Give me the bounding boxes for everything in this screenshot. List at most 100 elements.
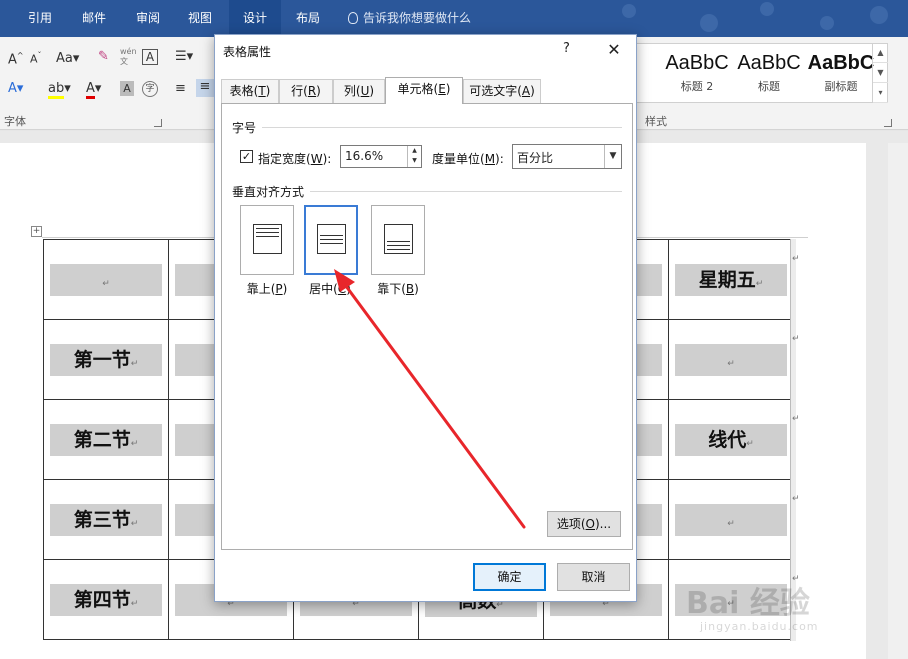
pinyin-guide-icon[interactable]: wén 文 bbox=[120, 47, 137, 67]
styles-dialog-launcher-icon[interactable] bbox=[884, 119, 892, 127]
baidu-jingyan-watermark: Bai 经验 jingyan.baidu.com bbox=[686, 578, 886, 638]
table-cell[interactable]: ↵ bbox=[668, 319, 794, 400]
table-cell[interactable]: 线代↵ bbox=[668, 399, 794, 480]
tab-review[interactable]: 审阅 bbox=[126, 0, 170, 37]
tab-mailings[interactable]: 邮件 bbox=[72, 0, 116, 37]
align-bottom-icon bbox=[384, 224, 413, 254]
align-top-icon bbox=[253, 224, 282, 254]
label-tail: ) bbox=[282, 282, 288, 296]
font-dialog-launcher-icon[interactable] bbox=[154, 119, 162, 127]
watermark-url: jingyan.baidu.com bbox=[700, 620, 819, 633]
char-border-glyph: A bbox=[145, 50, 155, 64]
decoration-icon bbox=[760, 2, 774, 16]
table-cell[interactable]: ↵ bbox=[668, 479, 794, 560]
label-text: 选项( bbox=[556, 517, 586, 531]
tab-row[interactable]: 行(R) bbox=[279, 79, 333, 103]
paragraph-mark: ↵ bbox=[102, 279, 110, 289]
table-cell[interactable]: 第三节↵ bbox=[43, 479, 169, 560]
cell-text-shading: 第四节↵ bbox=[50, 584, 162, 616]
char-border-icon[interactable]: A bbox=[142, 49, 158, 65]
measure-unit-select[interactable]: 百分比 ▼ bbox=[512, 144, 622, 169]
paragraph-mark: ↵ bbox=[755, 279, 764, 289]
valign-top-option[interactable] bbox=[240, 205, 294, 275]
tab-table[interactable]: 表格(T) bbox=[221, 79, 279, 103]
tab-accesskey: A bbox=[521, 84, 531, 98]
lightbulb-icon bbox=[348, 12, 358, 24]
table-cell[interactable]: 第二节↵ bbox=[43, 399, 169, 480]
valign-center-label: 居中(C) bbox=[300, 280, 360, 297]
size-section-title: 字号 bbox=[232, 121, 257, 135]
tab-accesskey: R bbox=[307, 84, 317, 98]
valign-top-label: 靠上(P) bbox=[237, 280, 297, 297]
tab-view[interactable]: 视图 bbox=[178, 0, 222, 37]
tab-alt-text[interactable]: 可选文字(A) bbox=[463, 79, 541, 103]
style-title[interactable]: AaBbC 标题 bbox=[733, 44, 805, 102]
tab-cell[interactable]: 单元格(E) bbox=[385, 77, 463, 104]
vertical-scrollbar[interactable] bbox=[888, 143, 908, 659]
chevron-down-icon[interactable]: ▼ bbox=[873, 63, 888, 83]
valign-bottom-option[interactable] bbox=[371, 205, 425, 275]
highlight-icon[interactable]: ab▾ bbox=[48, 81, 71, 99]
style-sample: AaBbC bbox=[807, 52, 875, 74]
spin-up-icon[interactable]: ▲ bbox=[408, 146, 421, 156]
label-text: 靠下( bbox=[377, 282, 406, 296]
help-button[interactable]: ? bbox=[563, 41, 570, 56]
bullets-icon[interactable]: ☰▾ bbox=[175, 49, 193, 64]
cell-text-shading: ↵ bbox=[675, 504, 787, 536]
cancel-button[interactable]: 取消 bbox=[557, 563, 630, 591]
align-left-icon[interactable]: ≡ bbox=[175, 81, 186, 96]
label-accesskey: C bbox=[337, 282, 347, 296]
label-text: 指定宽度( bbox=[258, 152, 311, 166]
enclose-char-glyph: 字 bbox=[145, 84, 155, 94]
tab-design[interactable]: 设计 bbox=[229, 0, 281, 37]
valign-center-option[interactable] bbox=[304, 205, 358, 275]
grow-font-icon[interactable]: A^ bbox=[8, 51, 24, 67]
more-styles-icon[interactable]: ▾ bbox=[873, 83, 888, 103]
style-name: 标题 bbox=[758, 80, 780, 93]
table-cell[interactable]: 第一节↵ bbox=[43, 319, 169, 400]
style-sample: AaBbC bbox=[665, 52, 729, 74]
style-heading-2[interactable]: AaBbC 标题 2 bbox=[661, 44, 733, 102]
tab-label: 列 bbox=[343, 84, 356, 98]
tell-me-search[interactable]: 告诉我你想要做什么 bbox=[348, 0, 471, 37]
label-text: 度量单位( bbox=[432, 152, 485, 166]
cell-text-shading: 第三节↵ bbox=[50, 504, 162, 536]
table-move-handle-icon[interactable]: + bbox=[31, 226, 42, 237]
chevron-down-icon[interactable]: ▼ bbox=[604, 145, 621, 168]
tell-me-text: 告诉我你想要做什么 bbox=[363, 11, 472, 25]
change-case-icon[interactable]: Aa▾ bbox=[56, 51, 79, 66]
tab-column[interactable]: 列(U) bbox=[333, 79, 385, 103]
section-divider bbox=[262, 127, 622, 128]
font-group-label: 字体 bbox=[4, 115, 26, 128]
tab-references[interactable]: 引用 bbox=[18, 0, 62, 37]
dialog-title: 表格属性 bbox=[223, 45, 272, 59]
table-cell[interactable]: ↵ bbox=[43, 239, 169, 320]
close-icon[interactable]: ✕ bbox=[601, 37, 627, 63]
style-subtitle[interactable]: AaBbC 副标题 bbox=[805, 44, 877, 102]
style-sample: AaBbC bbox=[737, 52, 801, 74]
styles-gallery-scroll[interactable]: ▲ ▼ ▾ bbox=[872, 43, 888, 103]
cell-options-button[interactable]: 选项(O)... bbox=[547, 511, 621, 537]
label-tail: ): bbox=[322, 152, 332, 166]
spin-down-icon[interactable]: ▼ bbox=[408, 156, 421, 166]
word-window: 引用 邮件 审阅 视图 设计 布局 告诉我你想要做什么 A^ Aˇ Aa▾ ✎ … bbox=[0, 0, 908, 659]
enclose-char-icon[interactable]: 字 bbox=[142, 81, 158, 97]
font-color-icon[interactable]: A▾ bbox=[86, 81, 101, 99]
chevron-up-icon[interactable]: ▲ bbox=[873, 43, 888, 63]
tab-accesskey: T bbox=[258, 84, 266, 98]
tab-layout[interactable]: 布局 bbox=[284, 0, 332, 37]
align-center-icon[interactable]: ≡ bbox=[196, 79, 214, 97]
table-cell[interactable]: 星期五↵ bbox=[668, 239, 794, 320]
text-effects-icon[interactable]: A▾ bbox=[8, 81, 23, 96]
char-shading-icon[interactable]: A bbox=[120, 81, 134, 96]
specify-width-checkbox[interactable]: ✓ bbox=[240, 150, 253, 163]
paragraph-mark: ↵ bbox=[746, 439, 754, 449]
label-tail: ): bbox=[495, 152, 504, 166]
clear-format-icon[interactable]: ✎ bbox=[98, 49, 109, 64]
ok-button[interactable]: 确定 bbox=[473, 563, 546, 591]
tab-accesskey: E bbox=[438, 82, 446, 96]
shrink-font-icon[interactable]: Aˇ bbox=[30, 51, 42, 66]
table-cell[interactable]: 第四节↵ bbox=[43, 559, 169, 640]
width-spinbox[interactable]: 16.6% ▲ ▼ bbox=[340, 145, 422, 168]
tab-label: 可选文字 bbox=[469, 84, 518, 98]
